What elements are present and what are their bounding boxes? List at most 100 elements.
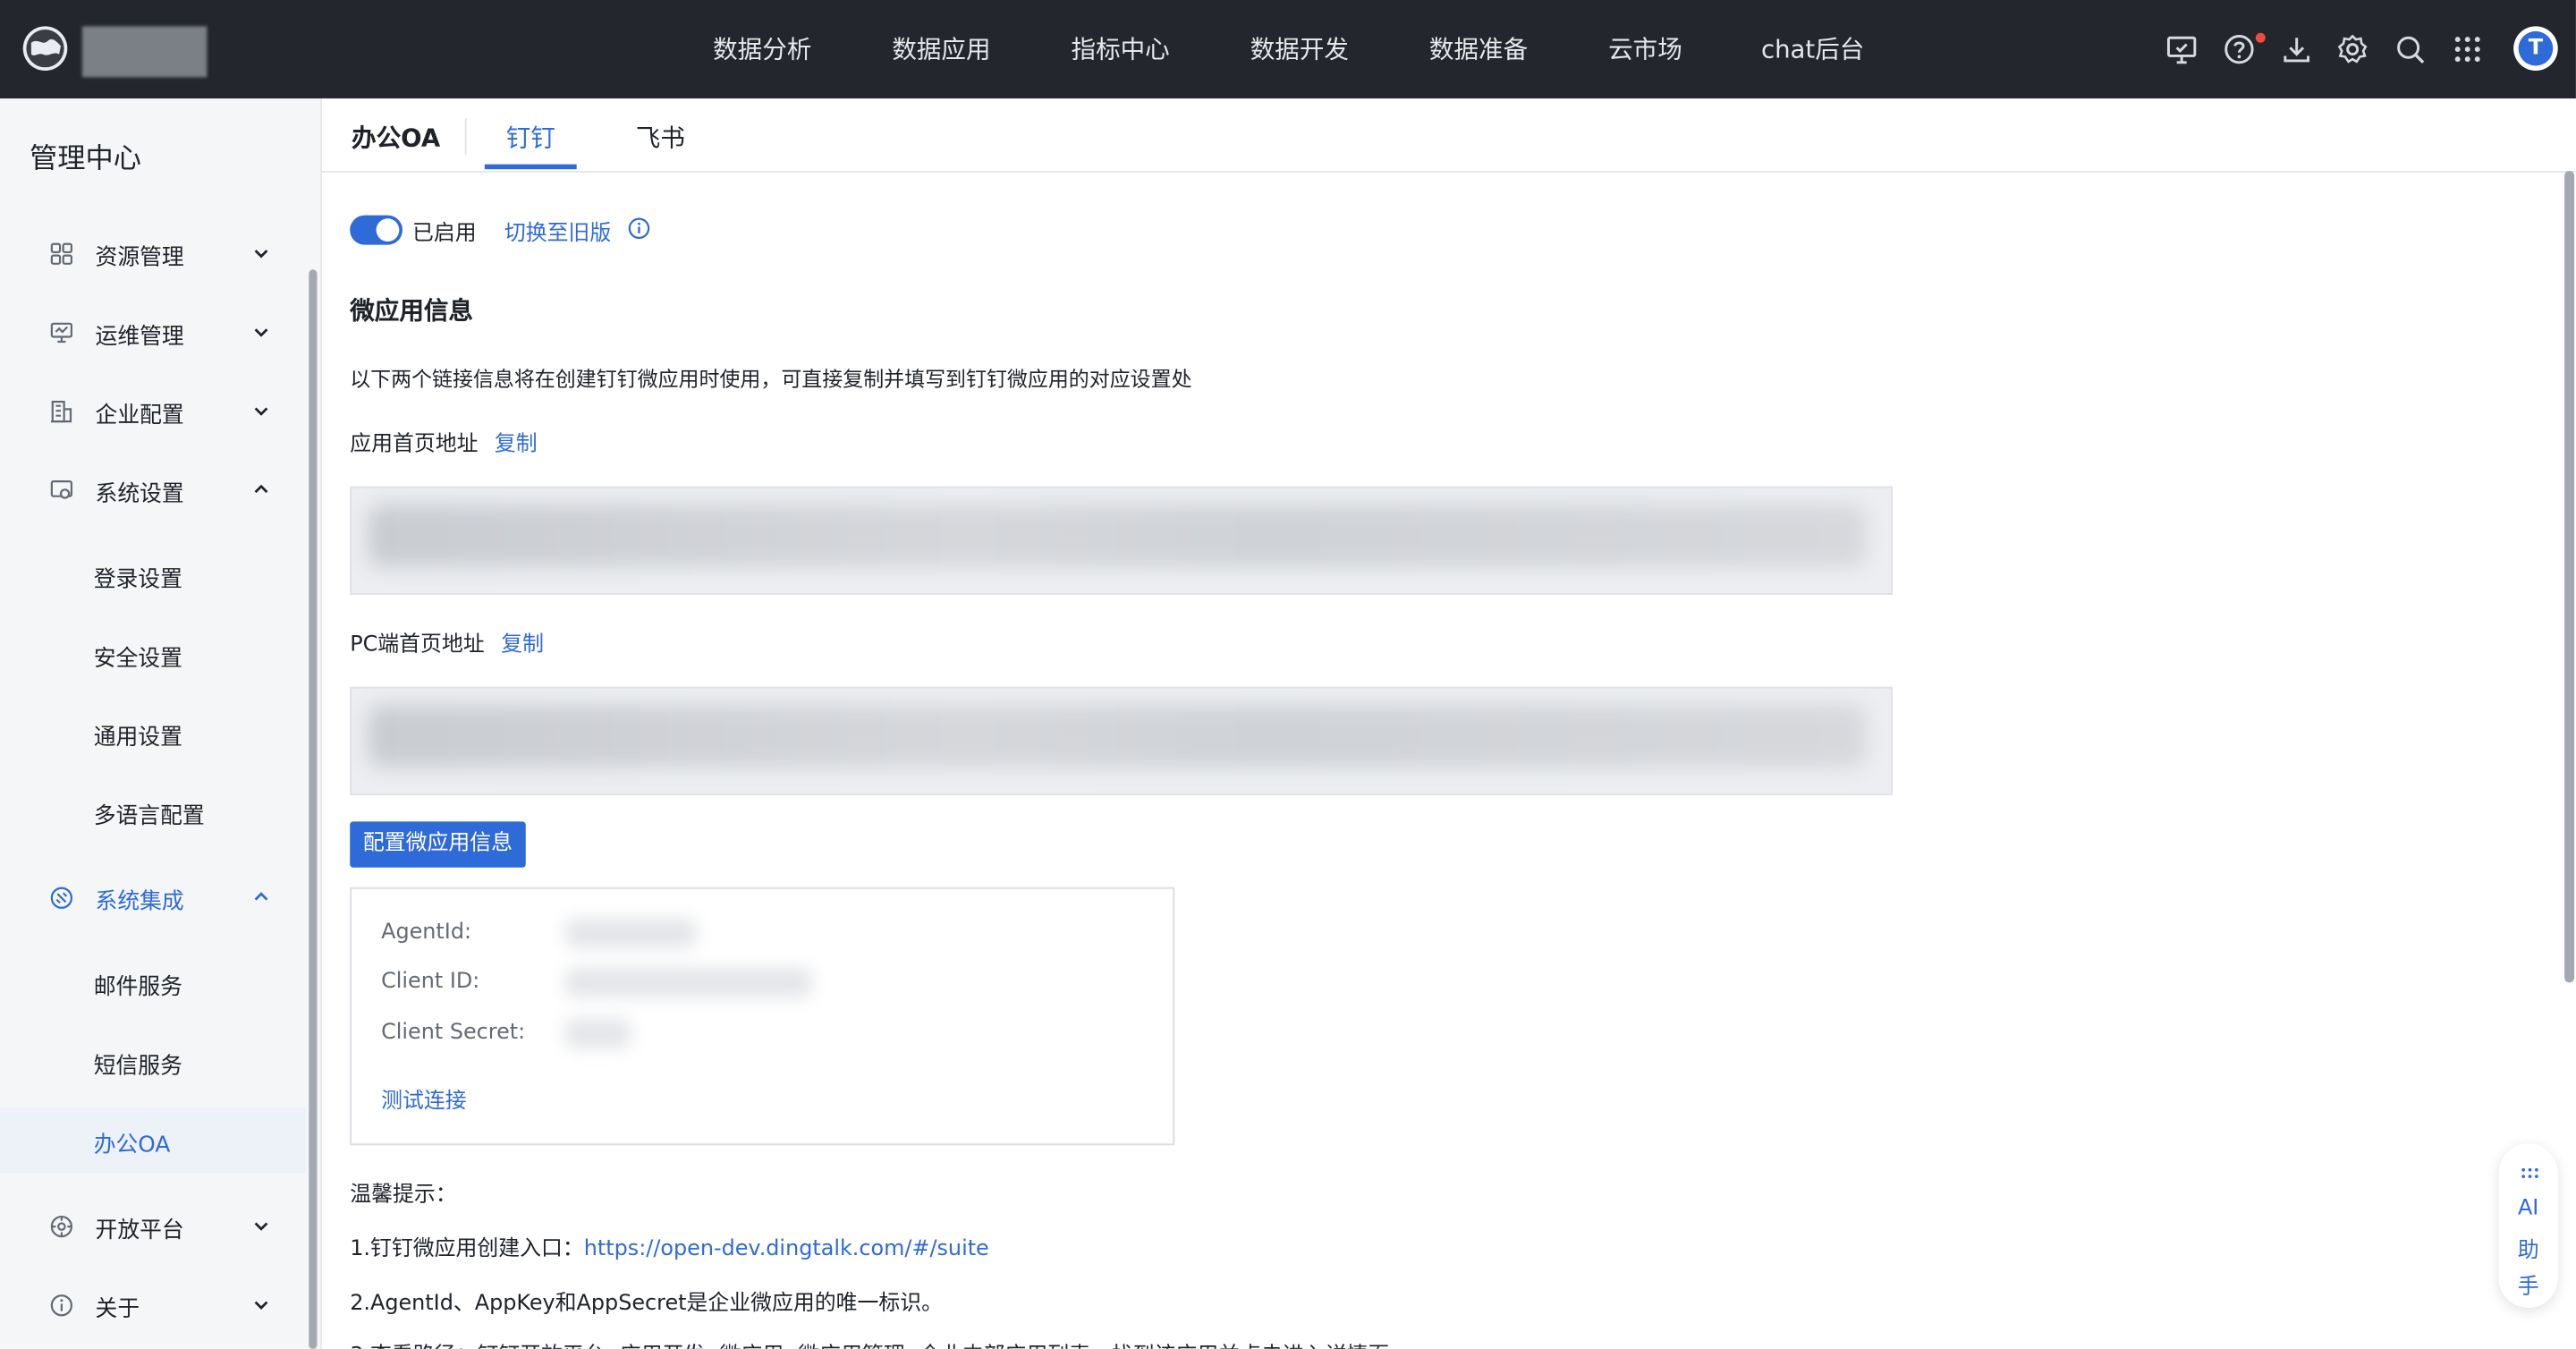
sidebar-item-label: 资源管理 [95,244,184,272]
tip-3: 3.查看路径：钉钉开放平台- 应用开发- 微应用- 微应用管理- 企业内部应用列… [350,1337,1389,1349]
client-secret-label: Client Secret: [381,1020,526,1046]
settings-icon [50,480,72,499]
enabled-status-label: 已启用 [412,221,477,247]
gear-icon[interactable] [2334,31,2370,67]
nav-data-apps[interactable]: 数据应用 [892,0,990,98]
tip-1-text: 1.钉钉微应用创建入口： [350,1237,584,1262]
configure-microapp-button[interactable]: 配置微应用信息 [350,821,526,868]
info-icon[interactable] [628,216,651,240]
download-icon[interactable] [2279,31,2315,67]
section-title: 微应用信息 [350,295,473,326]
user-avatar[interactable]: T [2513,26,2558,71]
sidebar-subitem-label: 多语言配置 [93,803,205,830]
ai-assistant-button[interactable]: AI 助 手 [2498,1143,2558,1309]
sidebar-subitem-mail-service[interactable]: 邮件服务 [0,950,306,1015]
redacted-value [368,504,1867,567]
grid-icon [50,242,72,265]
ai-label-line2: 助 [2517,1238,2539,1264]
test-connection-link[interactable]: 测试连接 [381,1082,467,1115]
sidebar-subitem-label: 登录设置 [93,566,182,594]
tab-dingtalk[interactable]: 钉钉 [506,120,555,155]
sidebar-title: 管理中心 [30,142,141,176]
sidebar-subitem-office-oa[interactable]: 办公OA [0,1107,306,1174]
client-id-label: Client ID: [381,969,480,995]
nav-data-prep[interactable]: 数据准备 [1429,0,1528,98]
nav-cloud-market[interactable]: 云市场 [1608,0,1682,98]
info-icon [50,1294,72,1317]
chevron-down-icon [254,328,268,337]
redacted-value [368,704,1867,768]
sidebar: 管理中心 资源管理 运维管理 企业配置 系统设置 登录设置 安全设置 通用设置 … [0,98,322,1349]
active-tab-indicator [484,164,577,170]
sidebar-item-about[interactable]: 关于 [0,1272,306,1337]
nav-data-analysis[interactable]: 数据分析 [713,0,811,98]
chevron-down-icon [254,407,268,416]
chevron-down-icon [254,1222,268,1231]
agentid-value-redacted [564,918,697,948]
enable-toggle[interactable] [350,215,402,245]
tips-title: 温馨提示： [350,1183,457,1208]
credentials-panel: AgentId: Client ID: Client Secret: 测试连接 [350,887,1175,1146]
integration-icon [50,887,72,909]
sidebar-subitem-login-settings[interactable]: 登录设置 [0,542,306,607]
copy-pc-url-button[interactable]: 复制 [501,626,544,658]
home-url-field-redacted[interactable] [350,486,1893,595]
dingtalk-dev-link[interactable]: https://open-dev.dingtalk.com/#/suite [584,1237,989,1262]
sidebar-item-label: 运维管理 [95,323,184,351]
logo-icon[interactable] [22,26,68,71]
chevron-down-icon [254,1301,268,1310]
app-root: 数据分析 数据应用 指标中心 数据开发 数据准备 云市场 chat后台 T 管理… [0,0,2576,1349]
tip-1: 1.钉钉微应用创建入口：https://open-dev.dingtalk.co… [350,1231,989,1262]
tab-group-title: 办公OA [352,123,441,153]
building-icon [50,400,72,423]
top-navbar: 数据分析 数据应用 指标中心 数据开发 数据准备 云市场 chat后台 T [0,0,2576,99]
pc-url-field-redacted[interactable] [350,686,1893,795]
sidebar-item-label: 系统集成 [95,888,184,916]
main-scrollbar[interactable] [2564,171,2575,983]
sidebar-item-system-settings[interactable]: 系统设置 [0,457,306,522]
nav-metrics-center[interactable]: 指标中心 [1072,0,1170,98]
search-icon[interactable] [2392,31,2428,67]
sidebar-subitem-label: 通用设置 [93,724,182,751]
sidebar-item-label: 关于 [95,1296,140,1323]
sidebar-item-ops-management[interactable]: 运维管理 [0,299,306,364]
home-url-label: 应用首页地址 [350,432,479,457]
chevron-down-icon [254,250,268,259]
client-secret-value-redacted [564,1018,631,1048]
tab-feishu[interactable]: 飞书 [636,120,685,155]
switch-to-legacy-link[interactable]: 切换至旧版 [504,216,611,247]
notification-dot [2255,32,2266,43]
apps-grid-icon[interactable] [2450,31,2486,67]
sidebar-subitem-sms-service[interactable]: 短信服务 [0,1029,306,1094]
section-description: 以下两个链接信息将在创建钉钉微应用时使用，可直接复制并填写到钉钉微应用的对应设置… [350,366,1192,392]
nav-data-development[interactable]: 数据开发 [1250,0,1349,98]
chevron-up-icon [254,892,268,901]
sidebar-item-label: 开放平台 [95,1217,184,1244]
screen-monitor-icon[interactable] [2164,31,2199,67]
sidebar-subitem-security-settings[interactable]: 安全设置 [0,621,306,686]
sidebar-item-enterprise-config[interactable]: 企业配置 [0,378,306,443]
nav-chat-admin[interactable]: chat后台 [1761,0,1864,98]
avatar-letter: T [2518,30,2554,66]
sidebar-subitem-label: 办公OA [93,1132,171,1158]
integration-tabs: 办公OA 钉钉 飞书 [321,98,2576,173]
chevron-up-icon [254,484,268,494]
sidebar-item-resource-management[interactable]: 资源管理 [0,220,306,285]
dots-icon [2521,1167,2538,1178]
tip-2: 2.AgentId、AppKey和AppSecret是企业微应用的唯一标识。 [350,1291,944,1317]
help-icon[interactable] [2221,31,2257,67]
copy-home-url-button[interactable]: 复制 [495,426,538,457]
sidebar-subitem-label: 安全设置 [93,645,182,673]
sidebar-item-open-platform[interactable]: 开放平台 [0,1192,306,1258]
sidebar-item-system-integration[interactable]: 系统集成 [0,864,306,929]
pc-url-label: PC端首页地址 [350,632,485,658]
sidebar-subitem-general-settings[interactable]: 通用设置 [0,700,306,765]
sidebar-item-label: 企业配置 [95,402,184,429]
sidebar-item-label: 系统设置 [95,481,184,508]
monitor-icon [50,322,72,344]
sidebar-scrollbar[interactable] [309,269,318,1349]
sidebar-subitem-label: 短信服务 [93,1053,182,1080]
sidebar-subitem-language-config[interactable]: 多语言配置 [0,779,306,844]
sidebar-subitem-label: 邮件服务 [93,974,182,1001]
agentid-label: AgentId: [381,920,472,946]
